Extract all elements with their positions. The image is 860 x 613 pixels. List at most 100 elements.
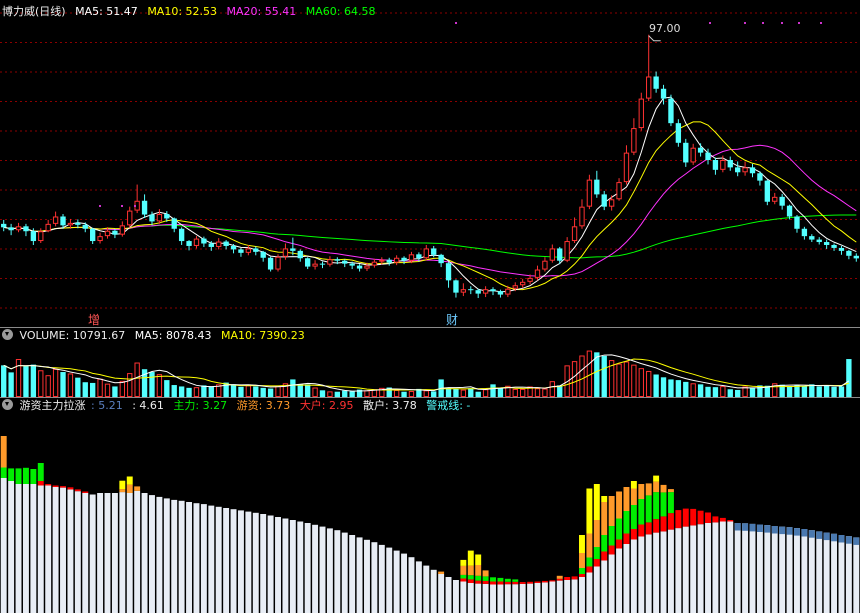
sanhu-bar <box>712 522 719 613</box>
candle-body <box>253 248 259 252</box>
volume-bar <box>683 381 689 397</box>
signal-dot <box>820 22 822 24</box>
sanhu-bar <box>593 566 600 613</box>
sanhu-bar <box>564 580 571 613</box>
volume-bar <box>823 385 830 397</box>
top-bar <box>653 475 660 482</box>
candle-body <box>564 241 570 261</box>
sanhu-bar <box>423 565 430 613</box>
candle-body <box>534 269 541 278</box>
zhuli-bar <box>667 492 674 514</box>
volume-bar <box>60 372 66 397</box>
sanhu-bar <box>200 504 207 613</box>
candle-body <box>697 147 704 153</box>
cap-bar <box>845 536 852 544</box>
sanhu-bar <box>527 583 534 613</box>
youzi-bar <box>556 575 563 579</box>
volume-bar <box>75 377 81 397</box>
candle-body <box>82 224 88 229</box>
sanhu-bar <box>460 581 467 613</box>
dahu-bar <box>519 582 526 584</box>
youzi-bar <box>134 486 141 491</box>
sanhu-bar <box>186 502 193 613</box>
dahu-bar <box>82 491 89 493</box>
dahu-bar <box>534 581 541 583</box>
sanhu-bar <box>519 583 526 613</box>
volume-bar <box>579 355 585 397</box>
sanhu-bar <box>326 528 333 613</box>
candle-body <box>312 263 318 267</box>
volume-bar <box>253 386 259 397</box>
dropdown-icon[interactable] <box>2 329 13 340</box>
volume-bar <box>134 362 140 397</box>
sanhu-bar <box>660 531 667 613</box>
volume-bar <box>571 361 578 397</box>
cap-bar <box>786 527 793 535</box>
candle-body <box>178 228 185 242</box>
volume-bar <box>156 374 163 397</box>
volume-ma10: MA10: 7390.23 <box>220 329 305 342</box>
candle-body <box>238 249 244 253</box>
volume-bar <box>127 373 133 397</box>
sanhu-bar <box>178 500 185 613</box>
signal-dot <box>121 205 123 207</box>
youzi-bar <box>482 570 489 577</box>
volume-value: VOLUME: 10791.67 <box>19 329 126 342</box>
event-marker-cai[interactable]: 财 <box>446 311 458 328</box>
dahu-bar <box>482 580 489 584</box>
candle-body <box>52 216 59 224</box>
dropdown-icon[interactable] <box>2 399 13 410</box>
youzi-bar <box>593 520 600 547</box>
indicator-dahu: 大户: 2.95 <box>299 399 354 412</box>
youzi-bar <box>608 496 615 526</box>
cap-bar <box>816 531 823 539</box>
volume-bar <box>119 380 125 397</box>
candle-body <box>60 216 66 226</box>
dahu-bar <box>601 551 608 561</box>
candle-body <box>208 243 214 247</box>
sanhu-bar <box>430 569 437 613</box>
sanhu-bar <box>727 521 734 613</box>
volume-bar <box>112 386 118 397</box>
dahu-bar <box>37 481 44 486</box>
dahu-bar <box>497 581 504 585</box>
sanhu-bar <box>237 510 244 613</box>
dahu-bar <box>67 487 74 490</box>
signal-dot <box>99 205 101 207</box>
volume-bar <box>586 350 593 397</box>
volume-bar <box>290 379 296 397</box>
volume-bar <box>186 387 192 397</box>
volume-bar <box>668 379 674 397</box>
sanhu-bar <box>823 532 830 613</box>
volume-bar <box>460 389 467 397</box>
candle-body <box>171 218 177 229</box>
volume-bar <box>445 387 452 397</box>
sanhu-bar <box>60 487 66 613</box>
top-bar <box>593 484 600 520</box>
dahu-bar <box>60 486 66 488</box>
youzi-bar <box>660 484 667 493</box>
sanhu-bar <box>334 530 341 613</box>
dahu-bar <box>682 508 689 527</box>
candle-body <box>786 205 793 217</box>
dahu-bar <box>52 485 59 487</box>
volume-bar <box>149 372 155 397</box>
event-marker-zeng[interactable]: 增 <box>88 311 100 328</box>
zhuli-bar <box>601 535 608 552</box>
youzi-bar <box>586 533 593 558</box>
volume-ma5: MA5: 8078.43 <box>134 329 212 342</box>
sanhu-bar <box>275 517 281 613</box>
candle-body <box>216 241 222 247</box>
candle-body <box>342 260 348 264</box>
sanhu-bar <box>0 478 7 613</box>
candle-body <box>75 222 81 225</box>
sanhu-bar <box>452 580 459 613</box>
sanhu-bar <box>779 526 786 613</box>
top-bar <box>126 476 133 485</box>
sanhu-bar <box>608 554 615 613</box>
youzi-bar <box>438 571 445 574</box>
sanhu-bar <box>482 583 489 613</box>
volume-bar <box>90 382 96 397</box>
volume-bar <box>697 384 704 397</box>
volume-panel: VOLUME: 10791.67 MA5: 8078.43 MA10: 7390… <box>0 328 860 397</box>
